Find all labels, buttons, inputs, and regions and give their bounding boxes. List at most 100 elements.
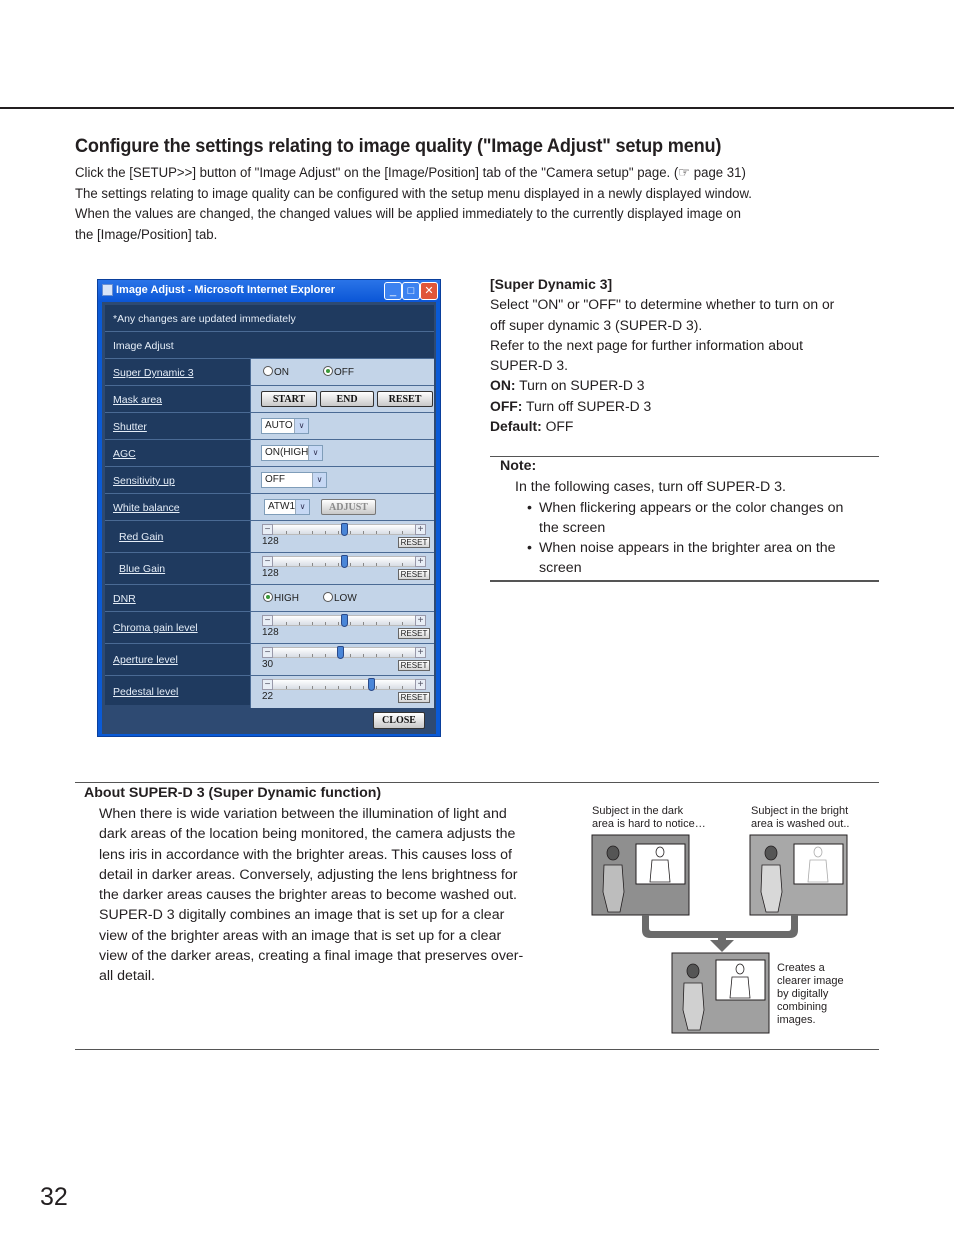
slider-tick [350,563,352,566]
slider-tick [402,654,404,657]
slider-tick [285,622,287,625]
note-bullet: • When flickering appears or the color ch… [527,498,843,539]
red-gain-reset-button[interactable]: RESET [398,537,430,548]
plus-icon[interactable]: + [415,556,426,567]
minus-icon[interactable]: − [262,679,273,690]
slider-tick [337,686,339,689]
maximize-button[interactable]: □ [402,282,420,300]
red-gain-slider[interactable]: − + [262,523,426,536]
slider-track[interactable] [273,614,415,627]
slider-thumb[interactable] [341,523,348,536]
slider-track[interactable] [273,646,415,659]
wb-adjust-button[interactable]: ADJUST [321,499,376,515]
close-button[interactable]: CLOSE [373,712,425,729]
aperture-slider[interactable]: − + [262,646,426,659]
agc-link[interactable]: AGC [113,448,136,460]
note-bottom-rule [490,580,879,582]
plus-icon[interactable]: + [415,679,426,690]
bullet-text: the screen [539,520,606,537]
minimize-button[interactable]: _ [384,282,402,300]
mask-area-link[interactable]: Mask area [113,394,162,406]
on-option: ON: Turn on SUPER-D 3 [490,376,834,396]
slider-track[interactable] [273,678,415,691]
radio-selected-icon [263,592,273,602]
super-dynamic-on-radio[interactable]: ON [263,366,289,378]
plus-icon[interactable]: + [415,615,426,626]
about-line: SUPER-D 3 digitally combines an image th… [99,907,505,924]
white-balance-select[interactable]: ATW1 ∨ [264,499,310,515]
minus-icon[interactable]: − [262,615,273,626]
agc-select[interactable]: ON(HIGH) ∨ [261,445,323,461]
super-dynamic-off-radio[interactable]: OFF [323,366,354,378]
pedestal-link[interactable]: Pedestal level [113,686,178,698]
note-lead: In the following cases, turn off SUPER-D… [515,479,787,495]
slider-tick [311,686,313,689]
slider-tick [298,563,300,566]
select-value: AUTO [265,420,293,431]
sensitivity-up-select[interactable]: OFF ∨ [261,472,327,488]
dnr-link[interactable]: DNR [113,593,136,605]
chroma-gain-reset-button[interactable]: RESET [398,628,430,639]
slider-tick [402,622,404,625]
aperture-reset-button[interactable]: RESET [398,660,430,671]
slider-tick [337,563,339,566]
slider-thumb[interactable] [341,614,348,627]
slider-tick [363,563,365,566]
sensitivity-up-link[interactable]: Sensitivity up [113,475,175,487]
chroma-gain-row: Chroma gain level − + 128 RESET [105,612,434,644]
aperture-link[interactable]: Aperture level [113,654,178,666]
about-line: detail in darker areas. Conversely, adju… [99,866,518,883]
radio-label: OFF [334,367,354,378]
mask-end-button[interactable]: END [320,391,374,407]
slider-tick [376,654,378,657]
dnr-low-radio[interactable]: LOW [323,592,357,604]
slider-thumb[interactable] [367,678,375,691]
select-value: ATW1 [268,501,296,512]
chroma-gain-link[interactable]: Chroma gain level [113,622,198,634]
white-balance-link[interactable]: White balance [113,502,180,514]
slider-track[interactable] [273,555,415,568]
plus-icon[interactable]: + [415,647,426,658]
aperture-control: − + 30 RESET [250,644,434,675]
caption-line: Subject in the dark [592,805,684,817]
slider-thumb[interactable] [336,646,344,659]
dnr-high-radio[interactable]: HIGH [263,592,299,604]
chevron-down-icon: ∨ [308,446,322,460]
slider-tick [389,531,391,534]
pedestal-row: Pedestal level − + 22 RESET [105,676,434,708]
slider-track[interactable] [273,523,415,536]
shutter-link[interactable]: Shutter [113,421,147,433]
slider-tick [402,686,404,689]
super-dynamic-link[interactable]: Super Dynamic 3 [113,367,194,379]
slider-tick [285,686,287,689]
white-balance-row: White balance ATW1 ∨ ADJUST [105,494,434,521]
option-text: Turn off SUPER-D 3 [522,398,652,415]
shutter-control: AUTO ∨ [250,413,434,439]
description-line: Select "ON" or "OFF" to determine whethe… [490,297,835,314]
intro-line: The settings relating to image quality c… [75,185,752,202]
blue-gain-slider[interactable]: − + [262,555,426,568]
slider-tick [376,622,378,625]
minus-icon[interactable]: − [262,524,273,535]
slider-thumb[interactable] [341,555,348,568]
window-close-button[interactable]: ✕ [420,282,438,300]
pedestal-slider[interactable]: − + [262,678,426,691]
blue-gain-link[interactable]: Blue Gain [119,563,165,575]
minus-icon[interactable]: − [262,647,273,658]
slider-tick [298,622,300,625]
red-gain-link[interactable]: Red Gain [119,531,163,543]
chevron-down-icon: ∨ [312,473,326,487]
super-dynamic-control: ON OFF [250,359,434,385]
pedestal-reset-button[interactable]: RESET [398,692,430,703]
mask-reset-button[interactable]: RESET [377,391,433,407]
blue-gain-reset-button[interactable]: RESET [398,569,430,580]
shutter-select[interactable]: AUTO ∨ [261,418,309,434]
chroma-gain-slider[interactable]: − + [262,614,426,627]
slider-tick [389,654,391,657]
chevron-down-icon: ∨ [294,419,308,433]
plus-icon[interactable]: + [415,524,426,535]
mask-start-button[interactable]: START [261,391,317,407]
pedestal-value: 22 [262,691,274,702]
minus-icon[interactable]: − [262,556,273,567]
description-line: Refer to the next page for further infor… [490,337,804,354]
